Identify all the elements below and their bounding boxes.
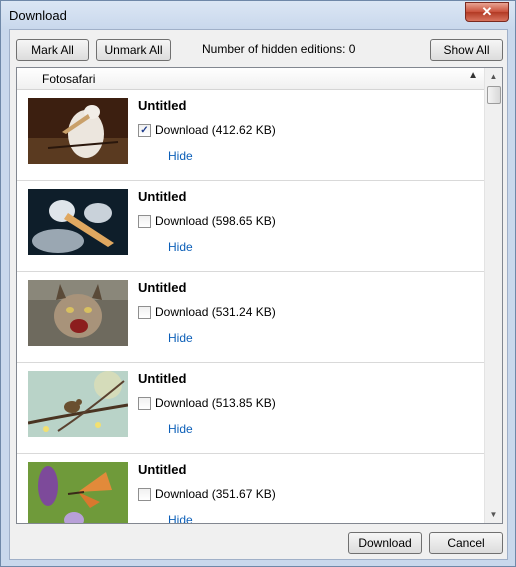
hide-link[interactable]: Hide <box>168 240 193 254</box>
vertical-scrollbar[interactable]: ▲ ▼ <box>484 68 502 523</box>
list-item: Untitled Download (513.85 KB) Hide <box>17 363 484 454</box>
item-title: Untitled <box>138 280 187 295</box>
editions-list[interactable]: Fotosafari ▲ Untitled ✓ Download (412.62… <box>16 67 503 524</box>
item-title: Untitled <box>138 462 187 477</box>
hide-link[interactable]: Hide <box>168 513 193 523</box>
bird-on-branch-photo <box>28 371 128 437</box>
lynx-photo <box>28 280 128 346</box>
list-item: Untitled Download (598.65 KB) Hide <box>17 181 484 272</box>
group-label: Fotosafari <box>42 72 96 86</box>
item-title: Untitled <box>138 189 187 204</box>
scroll-thumb[interactable] <box>487 86 501 104</box>
show-all-button[interactable]: Show All <box>430 39 503 61</box>
hide-link[interactable]: Hide <box>168 422 193 436</box>
download-label[interactable]: Download (598.65 KB) <box>155 214 276 228</box>
hide-link[interactable]: Hide <box>168 331 193 345</box>
items-container: Untitled ✓ Download (412.62 KB) Hide Unt… <box>17 90 484 523</box>
cancel-button[interactable]: Cancel <box>429 532 503 554</box>
hide-link[interactable]: Hide <box>168 149 193 163</box>
checkmark-icon: ✓ <box>140 125 149 136</box>
download-checkbox[interactable] <box>138 306 151 319</box>
list-item: Untitled Download (351.67 KB) Hide <box>17 454 484 523</box>
window-title: Download <box>9 8 67 23</box>
scroll-up-arrow-icon[interactable]: ▲ <box>485 68 502 85</box>
download-checkbox[interactable] <box>138 397 151 410</box>
item-title: Untitled <box>138 371 187 386</box>
download-label[interactable]: Download (412.62 KB) <box>155 123 276 137</box>
chevron-up-icon[interactable]: ▲ <box>468 70 478 81</box>
download-button[interactable]: Download <box>348 532 422 554</box>
pelican-photo <box>28 98 128 164</box>
hidden-editions-count: Number of hidden editions: 0 <box>202 42 356 56</box>
list-item: Untitled ✓ Download (412.62 KB) Hide <box>17 90 484 181</box>
download-label[interactable]: Download (351.67 KB) <box>155 487 276 501</box>
download-checkbox[interactable]: ✓ <box>138 124 151 137</box>
unmark-all-button[interactable]: Unmark All <box>96 39 171 61</box>
butterfly-photo <box>28 462 128 523</box>
download-label[interactable]: Download (531.24 KB) <box>155 305 276 319</box>
title-bar: Download ✕ <box>1 1 515 29</box>
close-button[interactable]: ✕ <box>465 2 509 22</box>
close-icon: ✕ <box>481 4 493 19</box>
list-item: Untitled Download (531.24 KB) Hide <box>17 272 484 363</box>
download-checkbox[interactable] <box>138 215 151 228</box>
download-dialog: Download ✕ Mark All Unmark All Number of… <box>0 0 516 567</box>
pelican-closeup-photo <box>28 189 128 255</box>
item-title: Untitled <box>138 98 187 113</box>
download-checkbox[interactable] <box>138 488 151 501</box>
download-label[interactable]: Download (513.85 KB) <box>155 396 276 410</box>
dialog-body: Mark All Unmark All Number of hidden edi… <box>9 29 508 560</box>
scroll-down-arrow-icon[interactable]: ▼ <box>485 506 502 523</box>
mark-all-button[interactable]: Mark All <box>16 39 89 61</box>
group-header-fotosafari[interactable]: Fotosafari ▲ <box>17 68 484 90</box>
